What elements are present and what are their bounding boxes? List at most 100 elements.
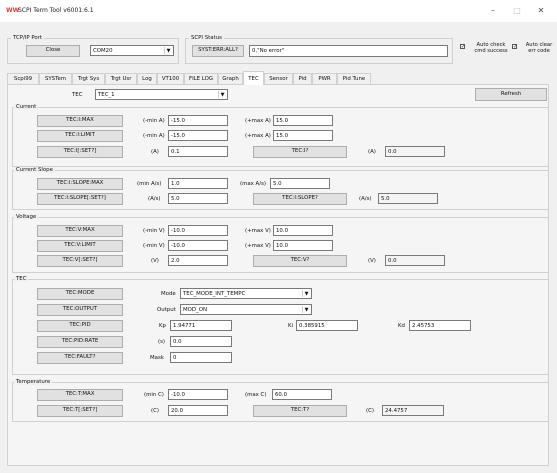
tec-v-max-button[interactable]: TEC:V:MAX	[37, 225, 123, 237]
output-label: Output	[157, 307, 176, 313]
tab-system[interactable]: SYSTem	[39, 73, 72, 84]
tec-output-button[interactable]: TEC:OUTPUT	[37, 304, 123, 316]
voltage-max-max-input[interactable]: 10.0	[273, 225, 333, 236]
tec-pid-rate-button[interactable]: TEC:PID:RATE	[37, 336, 123, 348]
tec-select[interactable]: TEC_1 ▼	[95, 89, 228, 100]
tec-pid-button[interactable]: TEC:PID	[37, 320, 123, 332]
temperature-group-title: Temperature	[14, 379, 53, 385]
tec-i-max-button[interactable]: TEC:I:MAX	[37, 115, 123, 127]
slope-set-input[interactable]: 5.0	[168, 193, 228, 204]
chevron-down-icon[interactable]: ▼	[218, 91, 226, 98]
voltage-group-title: Voltage	[14, 214, 39, 220]
tec-t-max-button[interactable]: TEC:T:MAX	[37, 389, 123, 401]
close-port-button[interactable]: Close	[26, 45, 80, 57]
temp-query-unit: (C)	[366, 408, 374, 414]
temp-query-output: 24.4757	[382, 405, 444, 416]
auto-clear-checkbox[interactable]: ✓	[512, 44, 517, 50]
voltage-limit-min-label: (-min V)	[143, 243, 165, 249]
tab-scpi99[interactable]: Scpi99	[7, 73, 39, 84]
maximize-icon[interactable]: □	[510, 6, 524, 16]
auto-check-checkbox[interactable]: ✓	[460, 44, 465, 50]
close-icon[interactable]: ✕	[534, 6, 548, 16]
tec-t-query-button[interactable]: TEC:T?	[253, 405, 347, 417]
tab-vt100[interactable]: VT100	[157, 73, 184, 84]
com-port-select[interactable]: COM20 ▼	[90, 45, 174, 56]
tab-pid-tune[interactable]: Pid Tune	[337, 73, 371, 84]
current-limit-min-input[interactable]: -15.0	[168, 130, 228, 141]
current-query-unit: (A)	[368, 149, 376, 155]
tec-v-limit-button[interactable]: TEC:V:LIMIT	[37, 240, 123, 252]
tec-v-set-button[interactable]: TEC:V[:SET?]	[37, 255, 123, 267]
mode-value: TEC_MODE_INT_TEMPC	[183, 290, 246, 297]
voltage-max-min-label: (-min V)	[143, 228, 165, 234]
mode-select[interactable]: TEC_MODE_INT_TEMPC ▼	[180, 288, 312, 299]
tec-mode-button[interactable]: TEC:MODE	[37, 288, 123, 300]
tec-select-label: TEC	[72, 91, 83, 98]
current-max-min-input[interactable]: -15.0	[168, 115, 228, 126]
tec-t-set-button[interactable]: TEC:T[:SET?]	[37, 405, 123, 417]
voltage-query-unit: (V)	[368, 258, 376, 264]
current-set-input[interactable]: 0.1	[168, 146, 228, 157]
tab-pid[interactable]: Pid	[293, 73, 312, 84]
tec-i-slope-max-button[interactable]: TEC:I:SLOPE:MAX	[37, 178, 123, 190]
voltage-limit-max-input[interactable]: 10.0	[273, 240, 333, 251]
tec-group-title: TEC	[14, 276, 29, 282]
tab-trgt-sys[interactable]: Trgt Sys	[72, 73, 105, 84]
scpi-status-field[interactable]: 0,"No error"	[249, 45, 448, 57]
tab-graph[interactable]: Graph	[218, 73, 243, 84]
temp-set-input[interactable]: 20.0	[168, 405, 228, 416]
tec-i-slope-query-button[interactable]: TEC:I:SLOPE?	[253, 193, 347, 205]
slope-query-unit: (A/s)	[359, 196, 372, 202]
current-max-min-label: (-min A)	[143, 118, 165, 124]
tec-fault-button[interactable]: TEC:FAULT?	[37, 352, 123, 364]
tec-i-slope-set-button[interactable]: TEC:I:SLOPE[:SET?]	[37, 193, 123, 205]
temp-set-unit: (C)	[151, 408, 159, 414]
scpi-status-group-title: SCPI Status	[189, 35, 224, 41]
mask-label: Mask	[150, 355, 164, 361]
tec-i-set-button[interactable]: TEC:I[:SET?]	[37, 146, 123, 158]
auto-check-label: Auto check cmd success	[474, 42, 508, 54]
tab-pwr[interactable]: PWR	[312, 73, 337, 84]
chevron-down-icon[interactable]: ▼	[302, 290, 310, 297]
mode-label: Mode	[161, 291, 176, 297]
temp-max-input[interactable]: 60.0	[272, 389, 332, 400]
tab-sensor[interactable]: Sensor	[264, 73, 293, 84]
current-max-max-input[interactable]: 15.0	[273, 115, 333, 126]
voltage-set-unit: (V)	[151, 258, 159, 264]
ki-input[interactable]: 0.385915	[296, 320, 358, 331]
kp-input[interactable]: 1.94771	[170, 320, 232, 331]
kd-input[interactable]: 2.45753	[409, 320, 471, 331]
chevron-down-icon[interactable]: ▼	[302, 306, 310, 313]
temp-min-input[interactable]: -10.0	[168, 389, 228, 400]
tab-trgt-usr[interactable]: Trgt Usr	[105, 73, 137, 84]
tab-file-log[interactable]: FILE LOG	[184, 73, 218, 84]
tec-i-query-button[interactable]: TEC:I?	[253, 146, 347, 158]
slope-max-input[interactable]: 5.0	[270, 178, 330, 189]
app-icon: WW	[6, 7, 20, 14]
current-set-unit: (A)	[151, 149, 159, 155]
current-group-title: Current	[14, 104, 39, 110]
voltage-max-min-input[interactable]: -10.0	[168, 225, 228, 236]
voltage-limit-min-input[interactable]: -10.0	[168, 240, 228, 251]
tab-log[interactable]: Log	[137, 73, 157, 84]
tab-tec[interactable]: TEC	[243, 71, 264, 85]
chevron-down-icon[interactable]: ▼	[164, 47, 172, 54]
temp-max-label: (max C)	[245, 392, 267, 398]
tec-i-limit-button[interactable]: TEC:I:LIMIT	[37, 130, 123, 142]
current-limit-max-input[interactable]: 15.0	[273, 130, 333, 141]
voltage-set-input[interactable]: 2.0	[168, 255, 228, 266]
syst-err-all-button[interactable]: SYST:ERR:ALL?	[192, 45, 244, 57]
current-slope-group-title: Current Slope	[14, 167, 55, 173]
voltage-max-max-label: (+max V)	[245, 228, 271, 234]
mask-input[interactable]: 0	[170, 352, 232, 363]
current-limit-max-label: (+max A)	[245, 133, 271, 139]
slope-set-unit: (A/s)	[148, 196, 161, 202]
minimize-icon[interactable]: –	[486, 6, 500, 16]
tec-v-query-button[interactable]: TEC:V?	[253, 255, 347, 267]
output-select[interactable]: MOD_ON ▼	[180, 304, 312, 315]
slope-min-input[interactable]: 1.0	[168, 178, 228, 189]
current-limit-min-label: (-min A)	[143, 133, 165, 139]
current-query-output: 0.0	[385, 146, 445, 157]
rate-input[interactable]: 0.0	[170, 336, 232, 347]
refresh-button[interactable]: Refresh	[475, 88, 547, 101]
